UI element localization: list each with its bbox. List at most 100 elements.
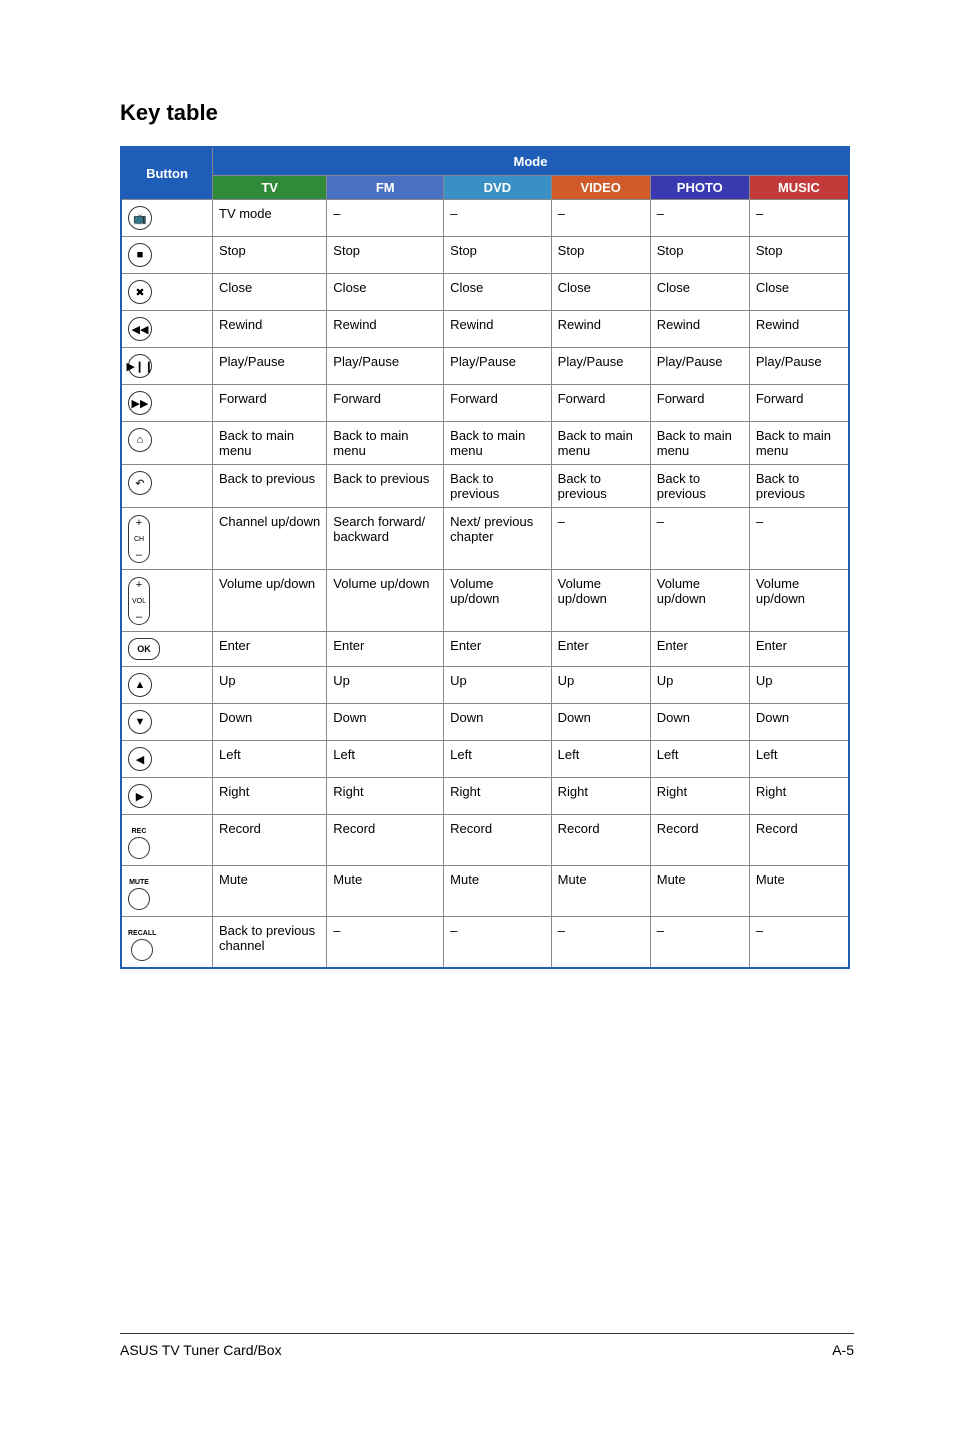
button-cell: ◀◀	[121, 311, 213, 348]
table-row: MUTEMuteMuteMuteMuteMuteMute	[121, 866, 849, 917]
table-row: RECRecordRecordRecordRecordRecordRecord	[121, 815, 849, 866]
cell-video: Up	[551, 667, 650, 704]
button-cell: ▶▶	[121, 385, 213, 422]
header-mode: Mode	[213, 147, 850, 176]
cell-photo: Enter	[650, 632, 749, 667]
cell-video: Mute	[551, 866, 650, 917]
button-cell: ✖	[121, 274, 213, 311]
table-row: ▼DownDownDownDownDownDown	[121, 704, 849, 741]
cell-video: Volume up/down	[551, 570, 650, 632]
cell-dvd: Back to main menu	[444, 422, 552, 465]
cell-dvd: Forward	[444, 385, 552, 422]
footer-left: ASUS TV Tuner Card/Box	[120, 1342, 282, 1358]
table-row: ▲UpUpUpUpUpUp	[121, 667, 849, 704]
cell-music: Volume up/down	[749, 570, 849, 632]
cell-music: Enter	[749, 632, 849, 667]
button-cell: ■	[121, 237, 213, 274]
table-row: +VOL–Volume up/downVolume up/downVolume …	[121, 570, 849, 632]
cell-dvd: Close	[444, 274, 552, 311]
table-row: ✖CloseCloseCloseCloseCloseClose	[121, 274, 849, 311]
cell-photo: Up	[650, 667, 749, 704]
cell-dvd: Up	[444, 667, 552, 704]
cell-dvd: –	[444, 917, 552, 969]
table-row: ◀LeftLeftLeftLeftLeftLeft	[121, 741, 849, 778]
key-table: Button Mode TV FM DVD VIDEO PHOTO MUSIC …	[120, 146, 850, 969]
table-row: ▶❙❙Play/PausePlay/PausePlay/PausePlay/Pa…	[121, 348, 849, 385]
cell-photo: Mute	[650, 866, 749, 917]
cell-fm: Left	[327, 741, 444, 778]
cell-photo: Record	[650, 815, 749, 866]
button-cell: REC	[121, 815, 213, 866]
cell-music: Forward	[749, 385, 849, 422]
record-button: REC	[128, 828, 150, 859]
cell-photo: Down	[650, 704, 749, 741]
table-row: RECALLBack to previous channel–––––	[121, 917, 849, 969]
button-cell: ▶❙❙	[121, 348, 213, 385]
cell-music: Close	[749, 274, 849, 311]
table-row: ⌂Back to main menuBack to main menuBack …	[121, 422, 849, 465]
cell-tv: Enter	[213, 632, 327, 667]
cell-video: Close	[551, 274, 650, 311]
cell-video: –	[551, 508, 650, 570]
cell-photo: –	[650, 508, 749, 570]
cell-tv: Rewind	[213, 311, 327, 348]
cell-dvd: Record	[444, 815, 552, 866]
button-cell: ▲	[121, 667, 213, 704]
cell-tv: Down	[213, 704, 327, 741]
cell-fm: Right	[327, 778, 444, 815]
table-row: ↶Back to previousBack to previousBack to…	[121, 465, 849, 508]
button-cell: ↶	[121, 465, 213, 508]
stop-icon: ■	[128, 243, 152, 267]
cell-fm: Volume up/down	[327, 570, 444, 632]
cell-music: Rewind	[749, 311, 849, 348]
cell-music: Back to main menu	[749, 422, 849, 465]
cell-dvd: Back to previous	[444, 465, 552, 508]
cell-music: –	[749, 508, 849, 570]
button-cell: RECALL	[121, 917, 213, 969]
volume-rocker: +VOL–	[128, 577, 150, 625]
cell-photo: Forward	[650, 385, 749, 422]
cell-fm: –	[327, 917, 444, 969]
cell-video: Right	[551, 778, 650, 815]
cell-video: Back to main menu	[551, 422, 650, 465]
cell-fm: Rewind	[327, 311, 444, 348]
footer-right: A-5	[832, 1342, 854, 1358]
cell-photo: Play/Pause	[650, 348, 749, 385]
cell-photo: Close	[650, 274, 749, 311]
cell-video: Down	[551, 704, 650, 741]
cell-tv: Back to previous channel	[213, 917, 327, 969]
table-row: ▶▶ForwardForwardForwardForwardForwardFor…	[121, 385, 849, 422]
header-music: MUSIC	[749, 176, 849, 200]
header-video: VIDEO	[551, 176, 650, 200]
cell-dvd: Rewind	[444, 311, 552, 348]
cell-video: –	[551, 200, 650, 237]
play-pause-icon: ▶❙❙	[128, 354, 152, 378]
button-cell: ⌂	[121, 422, 213, 465]
cell-dvd: Stop	[444, 237, 552, 274]
down-icon: ▼	[128, 710, 152, 734]
cell-music: Down	[749, 704, 849, 741]
cell-fm: Play/Pause	[327, 348, 444, 385]
header-fm: FM	[327, 176, 444, 200]
cell-tv: Forward	[213, 385, 327, 422]
cell-photo: Stop	[650, 237, 749, 274]
header-button: Button	[121, 147, 213, 200]
table-row: 📺TV mode–––––	[121, 200, 849, 237]
page-footer: ASUS TV Tuner Card/Box A-5	[120, 1333, 854, 1358]
left-icon: ◀	[128, 747, 152, 771]
cell-tv: Channel up/down	[213, 508, 327, 570]
cell-fm: Forward	[327, 385, 444, 422]
back-icon: ↶	[128, 471, 152, 495]
table-row: ■StopStopStopStopStopStop	[121, 237, 849, 274]
cell-music: Stop	[749, 237, 849, 274]
close-icon: ✖	[128, 280, 152, 304]
cell-music: Back to previous	[749, 465, 849, 508]
cell-tv: TV mode	[213, 200, 327, 237]
cell-photo: –	[650, 200, 749, 237]
cell-fm: Enter	[327, 632, 444, 667]
cell-dvd: Right	[444, 778, 552, 815]
cell-photo: Volume up/down	[650, 570, 749, 632]
cell-music: Left	[749, 741, 849, 778]
button-cell: ◀	[121, 741, 213, 778]
cell-video: Left	[551, 741, 650, 778]
